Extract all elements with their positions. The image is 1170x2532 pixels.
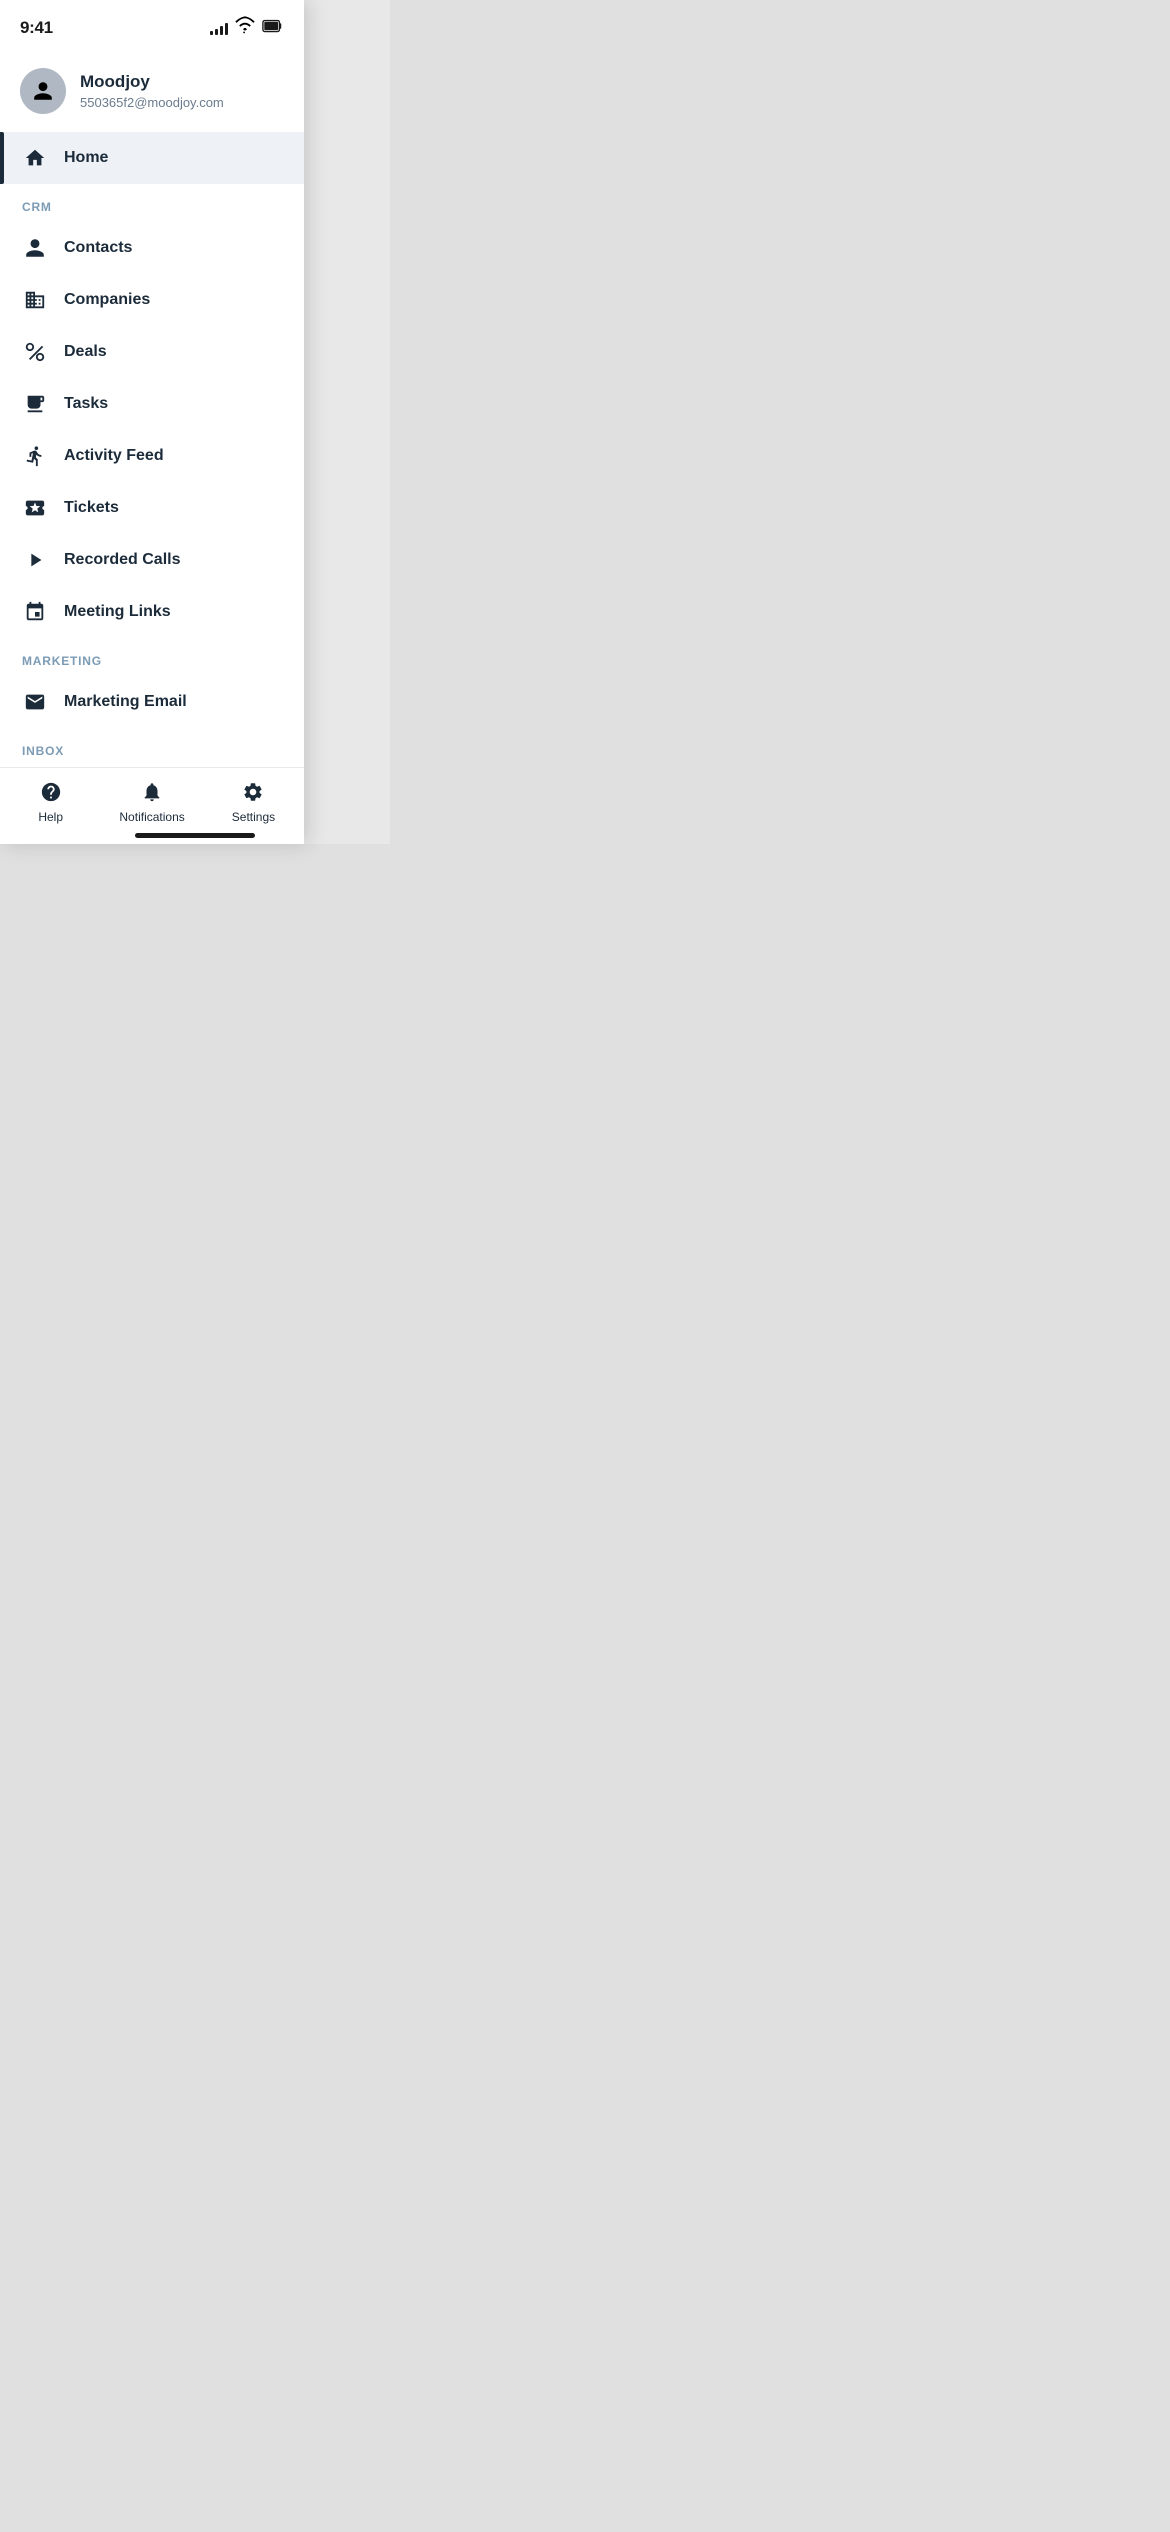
home-indicator xyxy=(135,833,255,838)
tab-notifications[interactable]: Notifications xyxy=(101,778,202,824)
sidebar-item-tickets[interactable]: Tickets xyxy=(0,482,304,534)
crm-section-label: CRM xyxy=(0,184,304,222)
tab-help-label: Help xyxy=(38,810,63,824)
tab-help[interactable]: Help xyxy=(0,778,101,824)
navigation-drawer: 9:41 xyxy=(0,0,304,844)
tab-settings-label: Settings xyxy=(232,810,275,824)
inbox-section-label: Inbox xyxy=(0,728,304,766)
sidebar-item-tasks-label: Tasks xyxy=(64,395,108,413)
marketing-email-icon xyxy=(22,689,48,715)
user-info: Moodjoy 550365f2@moodjoy.com xyxy=(80,72,224,109)
meeting-links-icon xyxy=(22,599,48,625)
recorded-calls-icon xyxy=(22,547,48,573)
sidebar-item-tickets-label: Tickets xyxy=(64,499,119,517)
status-icons xyxy=(210,15,284,42)
tasks-icon xyxy=(22,391,48,417)
tab-settings[interactable]: Settings xyxy=(203,778,304,824)
battery-icon xyxy=(262,15,284,42)
signal-icon xyxy=(210,21,228,35)
help-icon xyxy=(37,778,65,806)
sidebar-item-companies[interactable]: Companies xyxy=(0,274,304,326)
status-time: 9:41 xyxy=(20,18,53,38)
user-email: 550365f2@moodjoy.com xyxy=(80,95,224,110)
sidebar-item-home[interactable]: Home xyxy=(0,132,304,184)
sidebar-item-home-label: Home xyxy=(64,149,108,167)
sidebar-item-marketing-email[interactable]: Marketing Email xyxy=(0,676,304,728)
status-bar: 9:41 xyxy=(0,0,304,50)
sidebar-item-tasks[interactable]: Tasks xyxy=(0,378,304,430)
sidebar-item-contacts[interactable]: Contacts xyxy=(0,222,304,274)
contacts-icon xyxy=(22,235,48,261)
tab-notifications-label: Notifications xyxy=(119,810,184,824)
avatar xyxy=(20,68,66,114)
marketing-section-label: Marketing xyxy=(0,638,304,676)
sidebar-item-recorded-calls-label: Recorded Calls xyxy=(64,551,180,569)
sidebar-item-contacts-label: Contacts xyxy=(64,239,132,257)
notifications-bell-icon xyxy=(138,778,166,806)
sidebar-item-meeting-links-label: Meeting Links xyxy=(64,603,171,621)
settings-gear-icon xyxy=(239,778,267,806)
companies-icon xyxy=(22,287,48,313)
deals-icon xyxy=(22,339,48,365)
tickets-icon xyxy=(22,495,48,521)
sidebar-item-companies-label: Companies xyxy=(64,291,150,309)
sidebar-item-activity-feed-label: Activity Feed xyxy=(64,447,164,465)
home-icon xyxy=(22,145,48,171)
sidebar-item-activity-feed[interactable]: Activity Feed xyxy=(0,430,304,482)
sidebar-item-meeting-links[interactable]: Meeting Links xyxy=(0,586,304,638)
sidebar-item-deals[interactable]: Deals xyxy=(0,326,304,378)
user-profile[interactable]: Moodjoy 550365f2@moodjoy.com xyxy=(0,50,304,132)
sidebar-item-recorded-calls[interactable]: Recorded Calls xyxy=(0,534,304,586)
user-name: Moodjoy xyxy=(80,72,224,92)
wifi-icon xyxy=(234,15,256,42)
sidebar-item-deals-label: Deals xyxy=(64,343,107,361)
nav-list: Home CRM Contacts Companies xyxy=(0,132,304,844)
avatar-person-icon xyxy=(32,80,54,102)
activity-feed-icon xyxy=(22,443,48,469)
sidebar-item-marketing-email-label: Marketing Email xyxy=(64,693,187,711)
